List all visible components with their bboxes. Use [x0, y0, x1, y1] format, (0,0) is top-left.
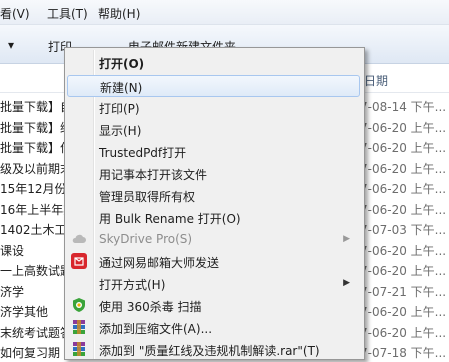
file-name: 末统考试题答 — [0, 325, 70, 340]
file-date: 7-06-20 上午... — [360, 305, 447, 319]
file-date: 7-06-20 上午... — [360, 182, 447, 196]
winrar-icon — [71, 319, 87, 335]
column-date-header[interactable]: 日期 — [364, 72, 388, 89]
file-name: 级及以前期末 — [0, 161, 70, 176]
menu-item-take-ownership[interactable]: 管理员取得所有权 — [67, 185, 360, 207]
menu-tools[interactable]: 工具(T) — [47, 5, 88, 22]
menu-item-show[interactable]: 显示(H) — [67, 119, 360, 141]
menu-item-open-with[interactable]: 打开方式(H) ▶ — [67, 273, 360, 295]
menu-item-trustedpdf[interactable]: TrustedPdf打开 — [67, 141, 360, 163]
file-name: 如何复习期 — [0, 346, 61, 360]
file-date: 7-07-21 下午... — [360, 284, 447, 299]
file-name: 批量下载】作 — [0, 141, 70, 155]
file-name: 1402土木工 — [0, 223, 67, 237]
menu-view[interactable]: 看(V) — [0, 5, 30, 22]
file-name: 济学 — [0, 284, 25, 299]
file-date: 7-07-03 下午... — [360, 223, 447, 237]
file-date: 7-06-20 上午... — [360, 243, 447, 258]
menu-item-skydrive[interactable]: SkyDrive Pro(S) ▶ — [67, 229, 360, 251]
submenu-arrow-icon: ▶ — [343, 278, 350, 288]
file-name: 批量下载】自 — [0, 100, 70, 114]
file-date: 7-06-20 上午... — [360, 161, 447, 176]
file-date: 7-08-14 下午... — [360, 100, 447, 114]
toolbar-dropdown-arrow-icon[interactable]: ▾ — [8, 38, 14, 52]
file-date: 7-06-20 上午... — [360, 264, 447, 278]
file-date: 7-06-20 上午... — [360, 120, 447, 135]
file-date: 7-06-20 上午... — [360, 325, 447, 340]
menu-item-add-archive[interactable]: 添加到压缩文件(A)... — [67, 317, 360, 339]
menu-item-bulk-rename[interactable]: 用 Bulk Rename 打开(O) — [67, 207, 360, 229]
file-name: 16年上半年期 — [0, 202, 70, 217]
file-name: 15年12月份 — [0, 182, 67, 196]
file-name: 济学其他 — [0, 305, 49, 319]
menu-item-open[interactable]: 打开(O) — [67, 52, 360, 74]
winrar-icon — [71, 341, 87, 357]
shield-icon — [71, 297, 87, 313]
menu-item-notepad[interactable]: 用记事本打开该文件 — [67, 163, 360, 185]
menu-item-print[interactable]: 打印(P) — [67, 97, 360, 119]
menu-item-netease-mail[interactable]: 通过网易邮箱大师发送 — [67, 251, 360, 273]
file-date: 7-07-18 下午... — [360, 346, 447, 360]
file-date: 7-06-20 上午... — [360, 141, 447, 155]
context-menu: 打开(O) 新建(N) 打印(P) 显示(H) TrustedPdf打开 用记事… — [64, 47, 365, 360]
menu-bar: 看(V) 工具(T) 帮助(H) — [0, 0, 449, 25]
menu-help[interactable]: 帮助(H) — [98, 5, 140, 22]
file-name: 课设 — [0, 243, 25, 258]
menu-item-new[interactable]: 新建(N) — [67, 75, 360, 97]
netease-mail-icon — [71, 253, 87, 269]
submenu-arrow-icon: ▶ — [343, 234, 350, 244]
file-date: 7-06-20 上午... — [360, 202, 447, 217]
menu-item-360-scan[interactable]: 使用 360杀毒 扫描 — [67, 295, 360, 317]
cloud-icon — [71, 231, 87, 247]
file-name: 一上高数试题 — [0, 264, 70, 278]
file-name: 批量下载】综 — [0, 120, 70, 135]
